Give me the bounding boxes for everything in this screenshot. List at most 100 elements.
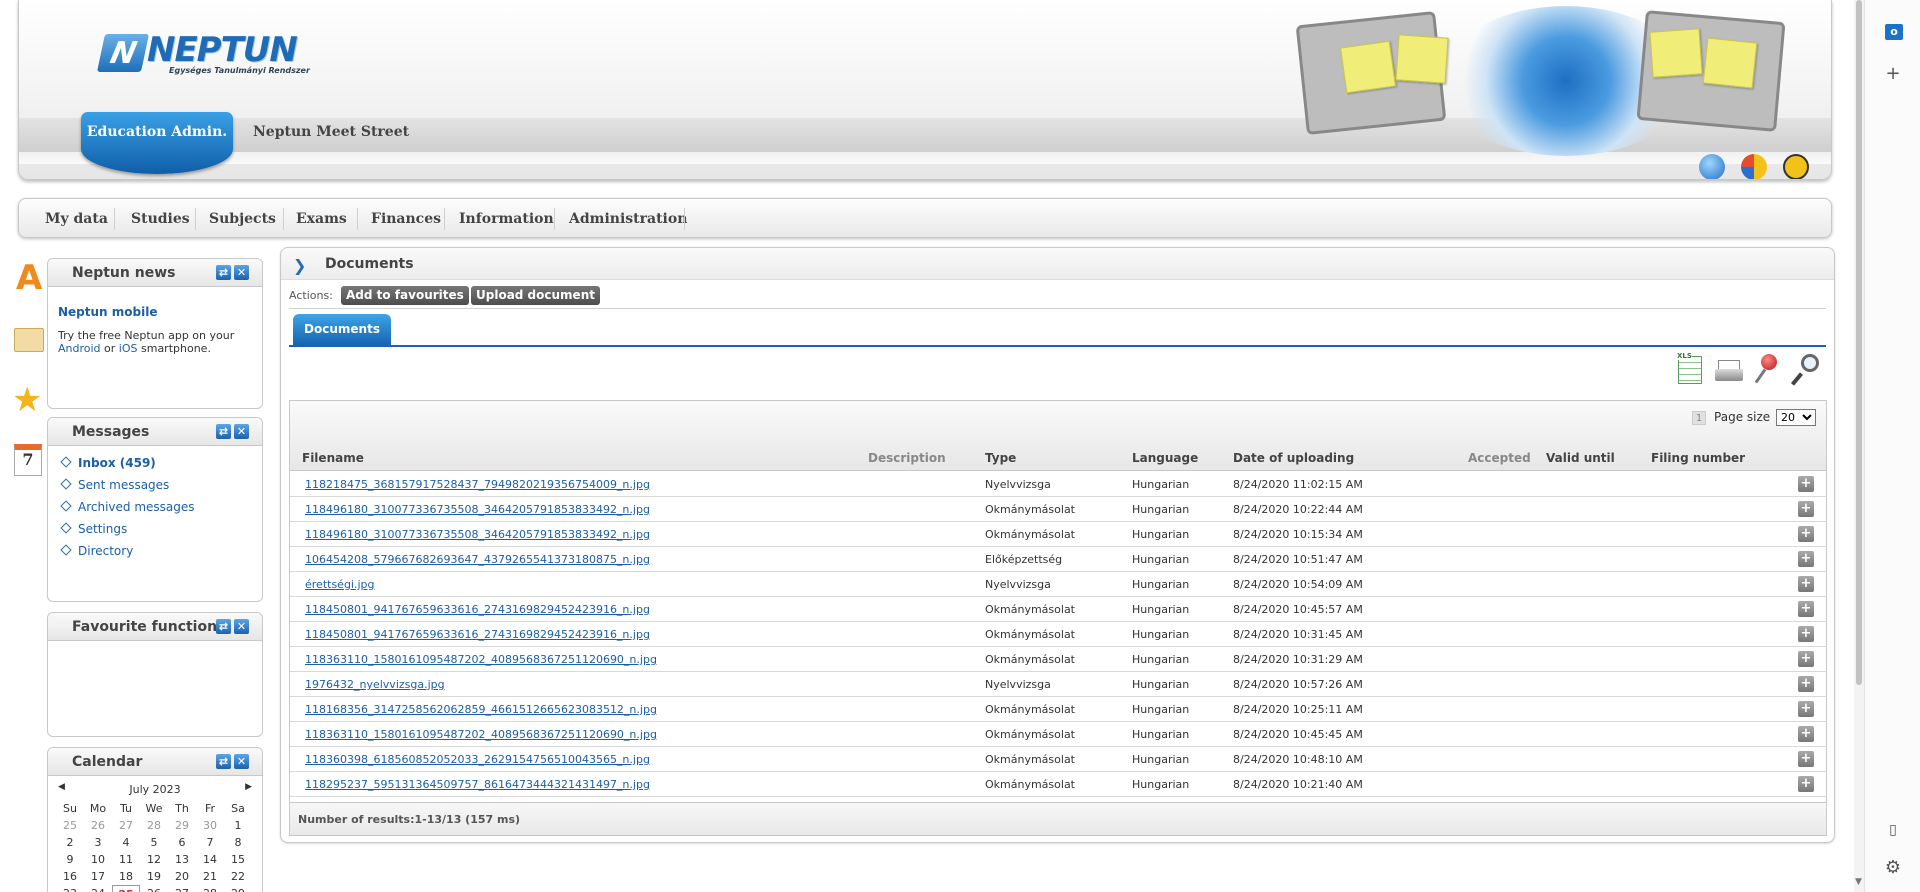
filename-link[interactable]: 118363110_1580161095487202_4089568367251… <box>305 728 657 741</box>
table-row[interactable]: 1976432_nyelvvizsga.jpg Nyelvvizsga Hungar… <box>290 672 1826 697</box>
calendar-day[interactable]: 10 <box>84 851 112 868</box>
expand-icon[interactable]: + <box>1798 551 1814 567</box>
calendar-day[interactable]: 9 <box>56 851 84 868</box>
filename-link[interactable]: 118450801_941767659633616_27431698294524… <box>305 628 650 641</box>
calendar-day[interactable]: 15 <box>224 851 252 868</box>
filename-link[interactable]: 1976432_nyelvvizsga.jpg <box>305 678 445 691</box>
table-row[interactable]: 118496180_310077336735508_34642057918538… <box>290 522 1826 547</box>
scrollbar-thumb[interactable] <box>1856 0 1862 685</box>
star-icon[interactable]: ★ <box>12 380 44 420</box>
menu-subjects[interactable]: Subjects <box>209 211 276 227</box>
table-row[interactable]: 118295237_595131364509757_86164734443214… <box>290 772 1826 797</box>
refresh-icon[interactable]: ⇄ <box>216 424 231 439</box>
table-row[interactable]: 118450801_941767659633616_27431698294524… <box>290 622 1826 647</box>
calendar-day[interactable]: 26 <box>140 885 168 892</box>
messages-settings[interactable]: Settings <box>60 522 127 536</box>
calendar-day[interactable]: 14 <box>196 851 224 868</box>
table-row[interactable]: 118360398_618560852052033_26291547565100… <box>290 747 1826 772</box>
tab-documents[interactable]: Documents <box>293 314 391 345</box>
menu-information[interactable]: Information <box>459 211 554 227</box>
col-type[interactable]: Type <box>985 451 1016 465</box>
excel-export-icon[interactable]: XLS <box>1675 352 1705 388</box>
calendar-day[interactable]: 28 <box>196 885 224 892</box>
gear-icon[interactable]: ⚙ <box>1879 854 1907 882</box>
color-scheme-icon[interactable] <box>1741 154 1767 179</box>
calendar-day[interactable]: 4 <box>112 834 140 851</box>
expand-icon[interactable]: + <box>1798 576 1814 592</box>
refresh-icon[interactable]: ⇄ <box>216 265 231 280</box>
table-row[interactable]: 118168356_3147258562062859_4661512665623… <box>290 697 1826 722</box>
filename-link[interactable]: 118168356_3147258562062859_4661512665623… <box>305 703 657 716</box>
calendar-day[interactable]: 17 <box>84 868 112 885</box>
sidebar-toggle-icon[interactable]: ▯ <box>1879 816 1907 844</box>
role-tab[interactable]: Education Admin. <box>81 112 233 174</box>
filename-link[interactable]: érettségi.jpg <box>305 578 375 591</box>
next-month-icon[interactable]: ▶ <box>245 782 252 792</box>
add-icon[interactable]: + <box>1879 60 1907 88</box>
print-icon[interactable] <box>1713 352 1743 388</box>
menu-studies[interactable]: Studies <box>131 211 190 227</box>
calendar-day[interactable]: 16 <box>56 868 84 885</box>
calendar-day[interactable]: 18 <box>112 868 140 885</box>
menu-my-data[interactable]: My data <box>45 211 108 227</box>
close-icon[interactable]: ✕ <box>234 754 249 769</box>
calendar-day[interactable]: 19 <box>140 868 168 885</box>
table-row[interactable]: 106454208_579667682693647_43792655413731… <box>290 547 1826 572</box>
accessibility-icon[interactable] <box>1783 154 1809 179</box>
filename-link[interactable]: 118363110_1580161095487202_4089568367251… <box>305 653 657 666</box>
calendar-day[interactable]: 13 <box>168 851 196 868</box>
table-row[interactable]: 118363110_1580161095487202_4089568367251… <box>290 647 1826 672</box>
filename-link[interactable]: 118295237_595131364509757_86164734443214… <box>305 778 650 791</box>
filename-link[interactable]: 118360398_618560852052033_26291547565100… <box>305 753 650 766</box>
envelope-icon[interactable] <box>12 320 44 360</box>
meet-street-link[interactable]: Neptun Meet Street <box>253 124 409 140</box>
filename-link[interactable]: 118496180_310077336735508_34642057918538… <box>305 528 650 541</box>
expand-icon[interactable]: + <box>1798 751 1814 767</box>
calendar-day[interactable]: 6 <box>168 834 196 851</box>
calendar-day[interactable]: 22 <box>224 868 252 885</box>
add-to-favourites-button[interactable]: Add to favourites <box>341 286 469 305</box>
refresh-icon[interactable]: ⇄ <box>216 619 231 634</box>
expand-icon[interactable]: + <box>1798 501 1814 517</box>
calendar-day[interactable]: 5 <box>140 834 168 851</box>
expand-icon[interactable]: + <box>1798 726 1814 742</box>
expand-icon[interactable]: + <box>1798 601 1814 617</box>
news-headline[interactable]: Neptun mobile <box>58 305 157 319</box>
ios-link[interactable]: iOS <box>119 342 138 355</box>
calendar-day[interactable]: 7 <box>196 834 224 851</box>
col-date-uploading[interactable]: Date of uploading <box>1233 451 1354 465</box>
col-filename[interactable]: Filename <box>302 451 364 465</box>
search-icon[interactable] <box>1790 352 1821 388</box>
table-row[interactable]: 118496180_310077336735508_34642057918538… <box>290 497 1826 522</box>
filename-link[interactable]: 106454208_579667682693647_43792655413731… <box>305 553 650 566</box>
globe-icon[interactable] <box>1699 154 1725 179</box>
neptun-logo[interactable]: N NEPTUN Egységes Tanulmányi Rendszer <box>96 30 321 78</box>
calendar-day[interactable]: 8 <box>224 834 252 851</box>
font-size-icon[interactable]: A <box>12 258 44 298</box>
filename-link[interactable]: 118218475_368157917528437_79498202193567… <box>305 478 650 491</box>
col-language[interactable]: Language <box>1132 451 1198 465</box>
android-link[interactable]: Android <box>58 342 101 355</box>
calendar-day[interactable]: 24 <box>84 885 112 892</box>
col-valid-until[interactable]: Valid until <box>1546 451 1615 465</box>
expand-icon[interactable]: + <box>1798 676 1814 692</box>
table-row[interactable]: 118450801_941767659633616_27431698294524… <box>290 597 1826 622</box>
page-number[interactable]: 1 <box>1692 411 1707 425</box>
calendar-day[interactable]: 12 <box>140 851 168 868</box>
table-row[interactable]: 118363110_1580161095487202_4089568367251… <box>290 722 1826 747</box>
calendar-day[interactable]: 29 <box>168 817 196 834</box>
upload-document-button[interactable]: Upload document <box>471 286 600 305</box>
menu-exams[interactable]: Exams <box>296 211 347 227</box>
expand-icon[interactable]: + <box>1798 526 1814 542</box>
filename-link[interactable]: 118450801_941767659633616_27431698294524… <box>305 603 650 616</box>
menu-administration[interactable]: Administration <box>569 211 687 227</box>
calendar-day[interactable]: 2 <box>56 834 84 851</box>
calendar-day[interactable]: 28 <box>140 817 168 834</box>
messages-inbox[interactable]: Inbox (459) <box>60 456 156 470</box>
expand-icon[interactable]: + <box>1798 701 1814 717</box>
col-filing-number[interactable]: Filing number <box>1651 451 1745 465</box>
close-icon[interactable]: ✕ <box>234 619 249 634</box>
calendar-day[interactable]: 30 <box>196 817 224 834</box>
messages-sent[interactable]: Sent messages <box>60 478 169 492</box>
table-row[interactable]: 118218475_368157917528437_79498202193567… <box>290 472 1826 497</box>
